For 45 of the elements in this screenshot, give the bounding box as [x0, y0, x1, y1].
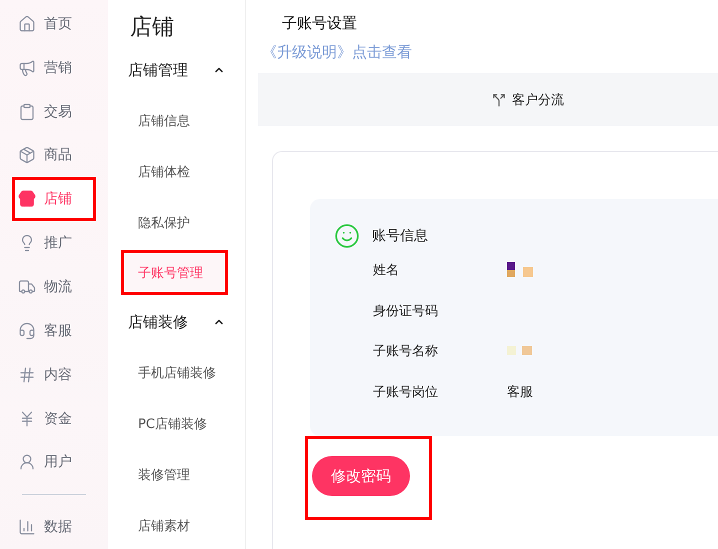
- smile-icon: [334, 223, 360, 249]
- store-icon: [18, 190, 36, 208]
- submenu-item[interactable]: PC店铺装修: [108, 398, 245, 449]
- field-label: 姓名: [373, 262, 400, 280]
- nav-item[interactable]: 营销: [0, 46, 108, 90]
- nav-item[interactable]: 推广: [0, 221, 108, 266]
- group-header[interactable]: 店铺管理: [108, 45, 245, 95]
- clipboard-icon: [18, 102, 36, 121]
- section-title: 账号信息: [372, 227, 428, 245]
- page-title: 子账号设置: [281, 13, 358, 33]
- field-label: 身份证号码: [373, 302, 439, 320]
- hash-icon: [18, 366, 36, 384]
- field-value: 客服: [507, 384, 533, 401]
- nav-item[interactable]: 用户: [0, 440, 108, 484]
- headset-icon: [18, 322, 36, 340]
- nav-item[interactable]: 店铺: [12, 177, 96, 222]
- submenu-item[interactable]: 隐私保护: [108, 197, 245, 248]
- nav-item[interactable]: 交易: [0, 90, 108, 134]
- submenu-item[interactable]: 店铺信息: [108, 95, 245, 146]
- nav-item[interactable]: 物流: [0, 265, 108, 309]
- nav-item[interactable]: 首页: [0, 2, 108, 46]
- submenu-item[interactable]: 装修管理: [108, 449, 245, 500]
- submenu-item[interactable]: 手机店铺装修: [108, 347, 245, 398]
- change-password-button[interactable]: 修改密码: [312, 456, 410, 496]
- upgrade-link[interactable]: 《升级说明》点击查看: [258, 33, 412, 62]
- house-icon: [18, 14, 36, 33]
- submenu-item[interactable]: 子账号管理: [121, 250, 228, 295]
- nav-item[interactable]: 客服: [0, 308, 108, 353]
- megaphone-icon: [18, 58, 36, 77]
- customer-routing-tab[interactable]: 客户分流: [492, 90, 564, 108]
- submenu-title: 店铺: [129, 14, 175, 42]
- field-label: 子账号名称: [373, 343, 439, 360]
- truck-icon: [18, 278, 36, 296]
- group-header[interactable]: 店铺装修: [108, 297, 245, 347]
- nav-item[interactable]: 商品: [0, 133, 108, 178]
- nav-item[interactable]: 内容: [0, 352, 108, 397]
- nav-item[interactable]: 资金: [0, 396, 108, 440]
- chart-icon: [18, 518, 36, 536]
- package-icon: [18, 146, 36, 164]
- nav-item[interactable]: 数据: [0, 505, 108, 549]
- submenu-item[interactable]: 店铺体检: [108, 146, 245, 197]
- field-label: 子账号岗位: [373, 384, 439, 401]
- user-icon: [18, 453, 36, 472]
- submenu-item[interactable]: 店铺素材: [108, 500, 245, 549]
- split-arrows-icon: [492, 92, 506, 106]
